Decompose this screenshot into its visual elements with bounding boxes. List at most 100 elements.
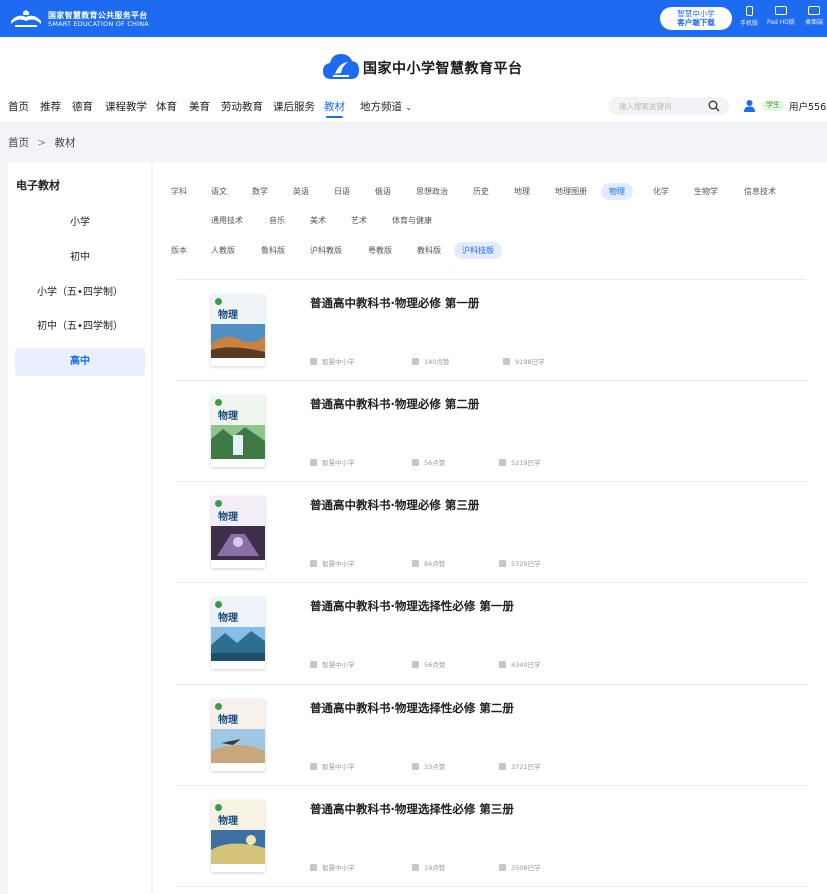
book-title[interactable]: 普通高中教科书·物理必修 第二册 — [310, 396, 479, 412]
book-likes: 84点赞 — [412, 558, 445, 568]
pad-version-link[interactable]: Pad HD版 — [767, 6, 795, 26]
nav-sports[interactable]: 体育 — [156, 99, 177, 114]
edition-hkj[interactable]: 沪科教版 — [310, 242, 342, 259]
subject-biology[interactable]: 生物学 — [694, 183, 718, 200]
edition-pep[interactable]: 人教版 — [211, 242, 235, 259]
edition-yj[interactable]: 粤教版 — [368, 242, 392, 259]
book-learners: 9198已学 — [503, 356, 545, 366]
subject-chemistry[interactable]: 化学 — [653, 183, 669, 200]
subject-music[interactable]: 音乐 — [269, 212, 285, 229]
cover-title: 物理 — [218, 816, 238, 827]
subject-russian[interactable]: 俄语 — [375, 183, 391, 200]
book-title[interactable]: 普通高中教科书·物理必修 第三册 — [310, 497, 479, 513]
book-icon — [310, 560, 317, 567]
book-learners: 3508已学 — [499, 862, 541, 872]
subject-art[interactable]: 艺术 — [351, 212, 367, 229]
breadcrumb-home[interactable]: 首页 — [8, 137, 29, 149]
book-learners: 5729已学 — [499, 558, 541, 568]
book-source: 智慧中小学 — [310, 659, 355, 669]
book-title[interactable]: 普通高中教科书·物理必修 第一册 — [310, 295, 479, 311]
cover-image — [211, 526, 265, 560]
learners-icon — [499, 763, 506, 770]
subject-english[interactable]: 英语 — [293, 183, 309, 200]
book-likes: 33点赞 — [412, 761, 445, 771]
book-icon — [310, 661, 317, 668]
cover-title: 物理 — [218, 512, 238, 523]
book-cover[interactable]: 物理 — [211, 699, 265, 771]
book-title[interactable]: 普通高中教科书·物理选择性必修 第一册 — [310, 598, 514, 614]
cloud-logo-icon — [323, 54, 359, 79]
client-download-button[interactable]: 智慧中小学 客户端下载 — [660, 7, 732, 30]
book-cover[interactable]: 物理 — [211, 395, 265, 467]
textbook-sidebar: 电子教材 小学 初中 小学（五•四学制） 初中（五•四学制） 高中 — [8, 162, 151, 894]
breadcrumb-separator-icon: > — [37, 137, 47, 149]
user-avatar-icon[interactable] — [743, 99, 756, 112]
book-icon — [310, 358, 317, 365]
edition-hkjs[interactable]: 沪科技版 — [454, 242, 502, 259]
nav-labor[interactable]: 劳动教育 — [221, 99, 263, 114]
cover-image — [211, 324, 265, 358]
book-cover[interactable]: 物理 — [211, 597, 265, 669]
thumb-up-icon — [412, 459, 419, 466]
book-source: 智慧中小学 — [310, 761, 355, 771]
learners-icon — [499, 560, 506, 567]
nav-local-channel[interactable]: 地方频道 ⌄ — [360, 99, 412, 114]
subject-physics[interactable]: 物理 — [601, 183, 633, 200]
download-line-1: 智慧中小学 — [677, 9, 715, 18]
book-cover[interactable]: 物理 — [211, 294, 265, 366]
book-item[interactable]: 物理 普通高中教科书·物理选择性必修 第三册 智慧中小学 19点赞 3508已学 — [177, 786, 806, 887]
textbook-main: 学科 语文 数学 英语 日语 俄语 思想政治 历史 地理 地理图册 物理 化学 … — [153, 162, 827, 894]
nav-after-school[interactable]: 课后服务 — [273, 99, 315, 114]
subject-history[interactable]: 历史 — [473, 183, 489, 200]
sidebar-item-primary-54[interactable]: 小学（五•四学制） — [15, 279, 145, 307]
device-label: Pad HD版 — [767, 19, 795, 26]
sidebar-item-primary[interactable]: 小学 — [15, 209, 145, 237]
subject-general-tech[interactable]: 通用技术 — [211, 212, 243, 229]
sidebar-item-junior-54[interactable]: 初中（五•四学制） — [15, 313, 145, 341]
sidebar-item-junior[interactable]: 初中 — [15, 244, 145, 272]
thumb-up-icon — [412, 763, 419, 770]
subject-it[interactable]: 信息技术 — [744, 183, 776, 200]
book-title[interactable]: 普通高中教科书·物理选择性必修 第三册 — [310, 801, 514, 817]
subject-geography[interactable]: 地理 — [514, 183, 530, 200]
platform-name-en: SMART EDUCATION OF CHINA — [48, 20, 149, 28]
subject-politics[interactable]: 思想政治 — [416, 183, 448, 200]
subject-math[interactable]: 数学 — [252, 183, 268, 200]
book-item[interactable]: 物理 普通高中教科书·物理选择性必修 第一册 智慧中小学 56点赞 4340已学 — [177, 583, 806, 684]
mobile-version-link[interactable]: 手机版 — [740, 6, 758, 27]
chevron-down-icon: ⌄ — [405, 103, 413, 112]
nav-moral[interactable]: 德育 — [72, 99, 93, 114]
book-cover[interactable]: 物理 — [211, 496, 265, 568]
subject-chinese[interactable]: 语文 — [211, 183, 227, 200]
edition-jk[interactable]: 教科版 — [417, 242, 441, 259]
subject-pe[interactable]: 体育与健康 — [392, 212, 432, 229]
book-title[interactable]: 普通高中教科书·物理选择性必修 第二册 — [310, 700, 514, 716]
nav-courses[interactable]: 课程教学 — [105, 99, 147, 114]
desktop-icon — [808, 6, 820, 15]
cover-title: 物理 — [218, 411, 238, 422]
nav-home[interactable]: 首页 — [8, 99, 29, 114]
sidebar-item-senior[interactable]: 高中 — [15, 348, 145, 376]
book-cover[interactable]: 物理 — [211, 800, 265, 872]
book-item[interactable]: 物理 普通高中教科书·物理必修 第三册 智慧中小学 84点赞 5729已学 — [177, 482, 806, 583]
book-item[interactable]: 物理 普通高中教科书·物理必修 第二册 智慧中小学 56点赞 5219已学 — [177, 381, 806, 482]
book-item[interactable]: 物理 普通高中教科书·物理必修 第一册 智慧中小学 140点赞 9198已学 — [177, 280, 806, 381]
nav-arts[interactable]: 美育 — [189, 99, 210, 114]
username[interactable]: 用户5562 — [789, 99, 827, 113]
edition-lk[interactable]: 鲁科版 — [261, 242, 285, 259]
subject-fine-arts[interactable]: 美术 — [310, 212, 326, 229]
book-item[interactable]: 物理 普通高中教科书·物理选择性必修 第二册 智慧中小学 33点赞 3721已学 — [177, 685, 806, 786]
book-source: 智慧中小学 — [310, 558, 355, 568]
breadcrumb: 首页 > 教材 — [8, 135, 76, 150]
role-badge: 学生 — [762, 100, 784, 111]
thumb-up-icon — [412, 560, 419, 567]
smart-education-logo-icon[interactable] — [9, 9, 43, 29]
desktop-version-link[interactable]: 桌面端 — [805, 6, 823, 26]
subject-geography-atlas[interactable]: 地理图册 — [555, 183, 587, 200]
subject-japanese[interactable]: 日语 — [334, 183, 350, 200]
nav-recommend[interactable]: 推荐 — [40, 99, 61, 114]
search-box[interactable]: 输入搜索关键词 — [608, 97, 729, 115]
search-icon[interactable] — [708, 100, 720, 112]
nav-textbooks[interactable]: 教材 — [324, 99, 345, 118]
tablet-icon — [774, 6, 787, 15]
